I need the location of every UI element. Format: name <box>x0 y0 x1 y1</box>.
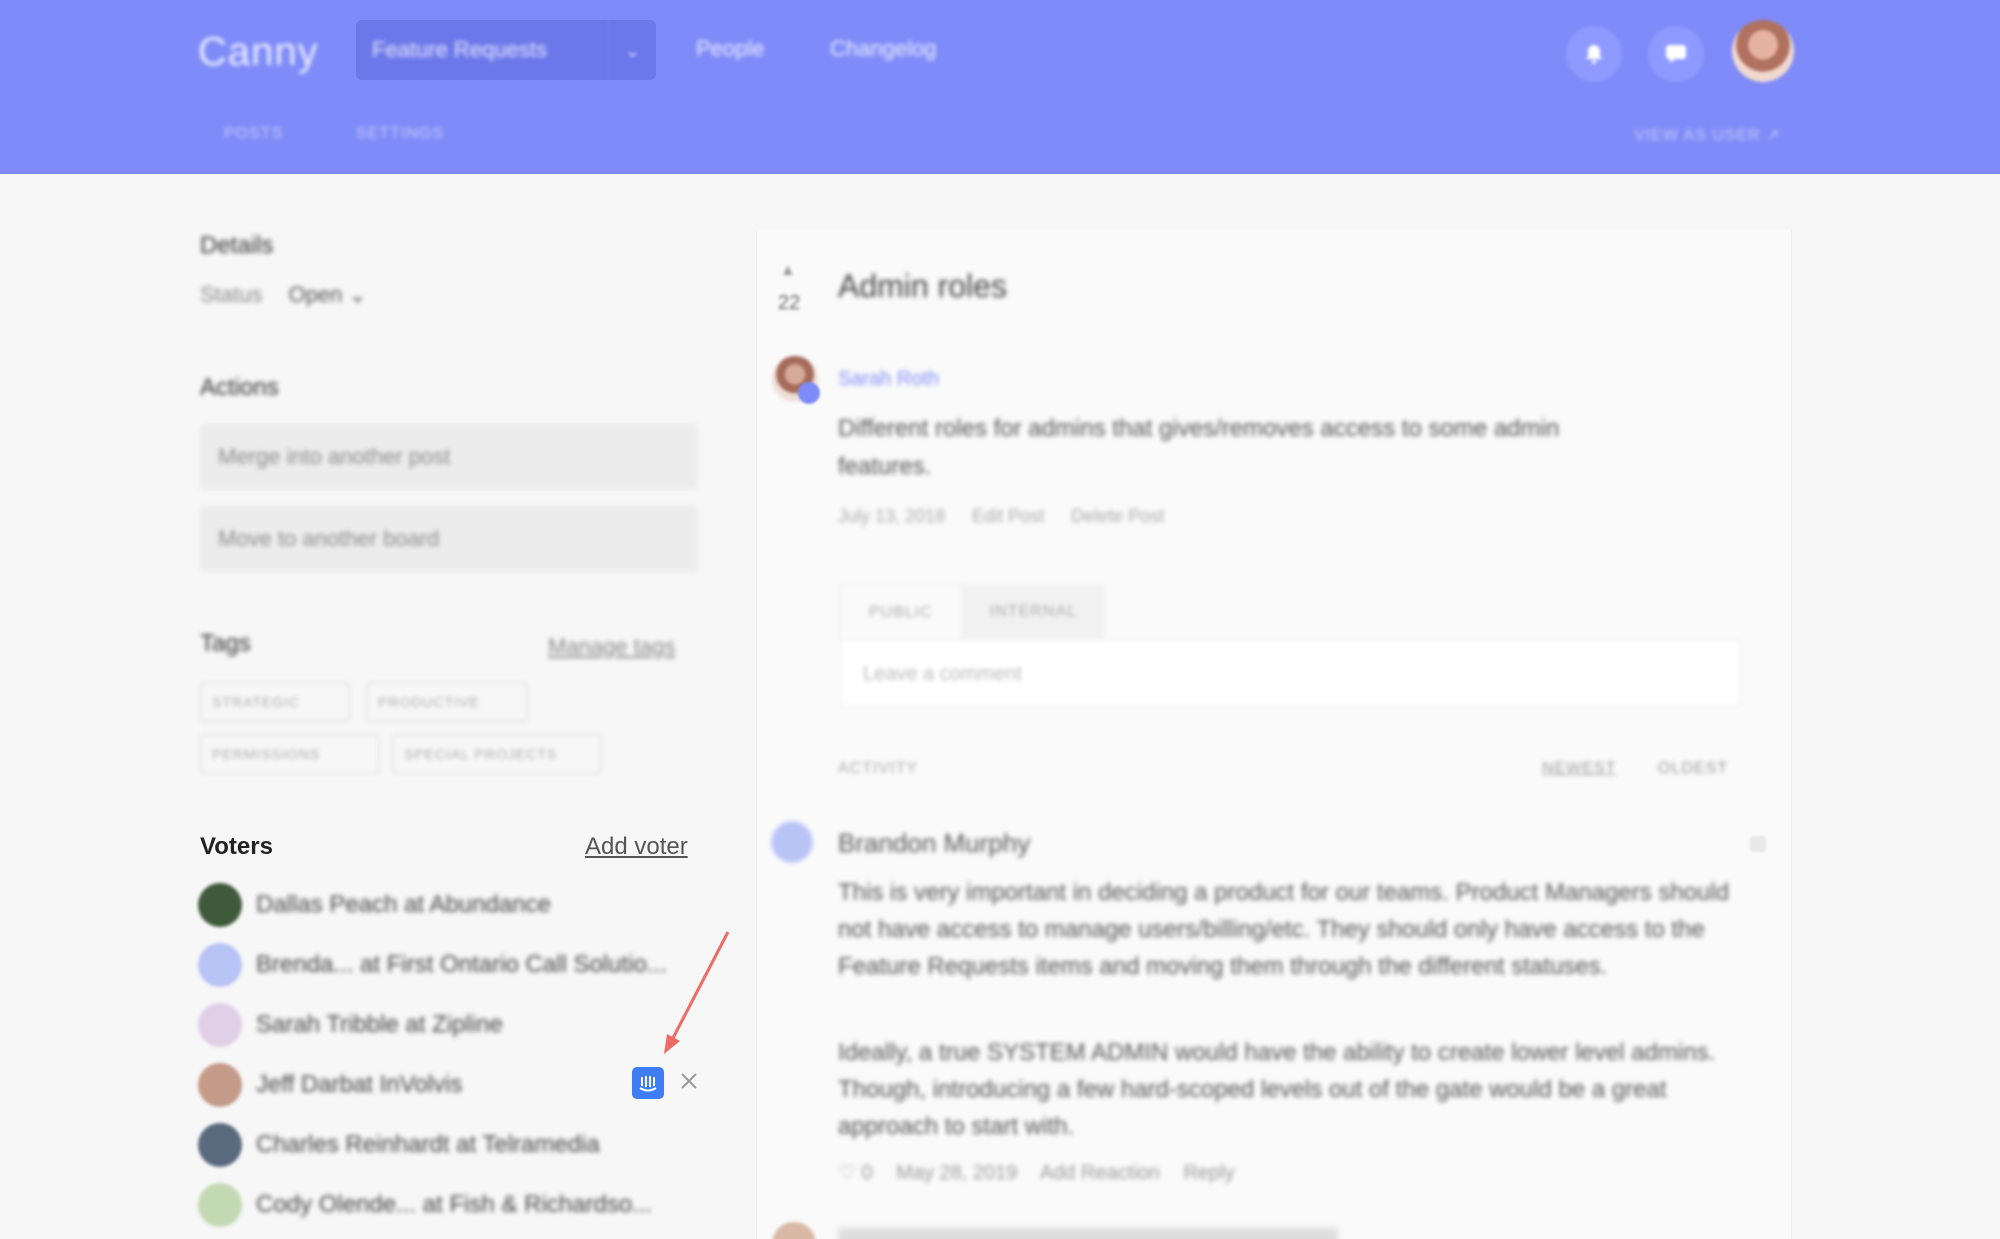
reaction-count[interactable]: ♡ 0 <box>838 1162 873 1184</box>
voter-avatar <box>198 1183 242 1227</box>
voter-avatar <box>198 1063 242 1107</box>
voter-row[interactable]: Charles Reinhardt at Telramedia <box>198 1123 698 1169</box>
next-comment-preview <box>838 1228 1338 1239</box>
board-selector-label: Feature Requests <box>372 37 547 62</box>
comment-menu-icon[interactable] <box>1750 836 1766 852</box>
post-body: Different roles for admins that gives/re… <box>838 415 1560 480</box>
notification-icon[interactable] <box>1566 26 1622 82</box>
voter-row[interactable]: Cody Olende... at Fish & Richardso... <box>198 1183 698 1229</box>
tag-chip[interactable]: SPECIAL PROJECTS <box>392 734 602 774</box>
comment-paragraph: Ideally, a true SYSTEM ADMIN would have … <box>838 1039 1716 1140</box>
user-avatar[interactable] <box>1732 20 1794 82</box>
sort-newest[interactable]: NEWEST <box>1542 760 1616 778</box>
tab-internal[interactable]: INTERNAL <box>961 584 1105 640</box>
voter-avatar <box>198 1003 242 1047</box>
post-author[interactable]: Sarah Roth <box>838 368 939 391</box>
tab-public[interactable]: PUBLIC <box>840 584 962 640</box>
tag-chip[interactable]: STRATEGIC <box>200 682 350 722</box>
post-meta: July 13, 2018 Edit Post Delete Post <box>838 506 1186 527</box>
voter-name: Sarah Tribble at Zipline <box>256 1011 503 1038</box>
chat-icon[interactable] <box>1648 26 1704 82</box>
move-post-input[interactable]: Move to another board <box>200 506 698 572</box>
manage-tags-link[interactable]: Manage tags <box>548 634 675 660</box>
subnav-settings[interactable]: SETTINGS <box>356 125 444 143</box>
status-label: Status <box>200 282 263 307</box>
delete-post-link[interactable]: Delete Post <box>1071 506 1164 526</box>
admin-badge-icon <box>798 382 820 404</box>
status-dropdown[interactable]: Open ⌄ <box>289 282 367 307</box>
add-voter-link[interactable]: Add voter <box>585 833 688 861</box>
board-selector[interactable]: Feature Requests ⌄ <box>356 20 656 80</box>
voter-row[interactable]: Jeff Darbat InVolvis <box>198 1063 698 1109</box>
merge-post-input[interactable]: Merge into another post <box>200 424 698 490</box>
add-reaction-link[interactable]: Add Reaction <box>1040 1162 1160 1184</box>
commenter-avatar <box>770 820 814 864</box>
vote-count: 22 <box>778 292 801 314</box>
remove-voter-icon[interactable] <box>676 1068 702 1094</box>
upvote-icon[interactable]: ▲ <box>780 262 796 280</box>
voter-name: Charles Reinhardt at Telramedia <box>256 1131 600 1158</box>
voter-row[interactable]: Brenda... at First Ontario Call Solutio.… <box>198 943 698 989</box>
activity-label: ACTIVITY <box>838 760 919 777</box>
comment-paragraph: This is very important in deciding a pro… <box>838 879 1730 980</box>
details-title: Details <box>200 232 274 259</box>
tag-chip[interactable]: PRODUCTIVE <box>366 682 528 722</box>
status-row: Status Open ⌄ <box>200 282 367 308</box>
post-title: Admin roles <box>838 268 1007 304</box>
voters-title: Voters <box>200 833 273 860</box>
post-date: July 13, 2018 <box>838 506 946 526</box>
nav-changelog[interactable]: Changelog <box>830 36 936 62</box>
nav-people[interactable]: People <box>696 36 765 62</box>
intercom-icon[interactable] <box>632 1067 664 1099</box>
comment-meta: ♡ 0 May 28, 2019 Add Reaction Reply <box>838 1160 1253 1185</box>
tags-title: Tags <box>200 630 251 657</box>
commenter-name[interactable]: Brandon Murphy <box>838 828 1030 859</box>
comment-date: May 28, 2019 <box>896 1162 1018 1184</box>
voter-name: Dallas Peach at Abundance <box>256 891 551 918</box>
voter-row[interactable]: Dallas Peach at Abundance <box>198 883 698 929</box>
actions-title: Actions <box>200 374 279 401</box>
voter-name: Jeff Darbat InVolvis <box>256 1071 463 1098</box>
tag-chip[interactable]: PERMISSIONS <box>200 734 380 774</box>
voter-name: Cody Olende... at Fish & Richardso... <box>256 1191 653 1218</box>
reply-link[interactable]: Reply <box>1183 1162 1234 1184</box>
logo[interactable]: Canny <box>198 30 319 75</box>
sort-oldest[interactable]: OLDEST <box>1658 760 1728 778</box>
comment-tabs: PUBLIC INTERNAL <box>840 584 1105 640</box>
chevron-down-icon[interactable]: ⌄ <box>608 20 656 80</box>
voter-row[interactable]: Sarah Tribble at Zipline <box>198 1003 698 1049</box>
subnav-posts[interactable]: POSTS <box>224 125 283 143</box>
edit-post-link[interactable]: Edit Post <box>972 506 1044 526</box>
view-as-user-link[interactable]: VIEW AS USER ↗ <box>1634 125 1781 145</box>
voter-name: Brenda... at First Ontario Call Solutio.… <box>256 951 667 978</box>
voter-avatar <box>198 943 242 987</box>
comment-input[interactable]: Leave a comment <box>840 640 1740 706</box>
voter-avatar <box>198 1123 242 1167</box>
top-header: Canny Feature Requests ⌄ People Changelo… <box>0 0 2000 174</box>
voter-avatar <box>198 883 242 927</box>
